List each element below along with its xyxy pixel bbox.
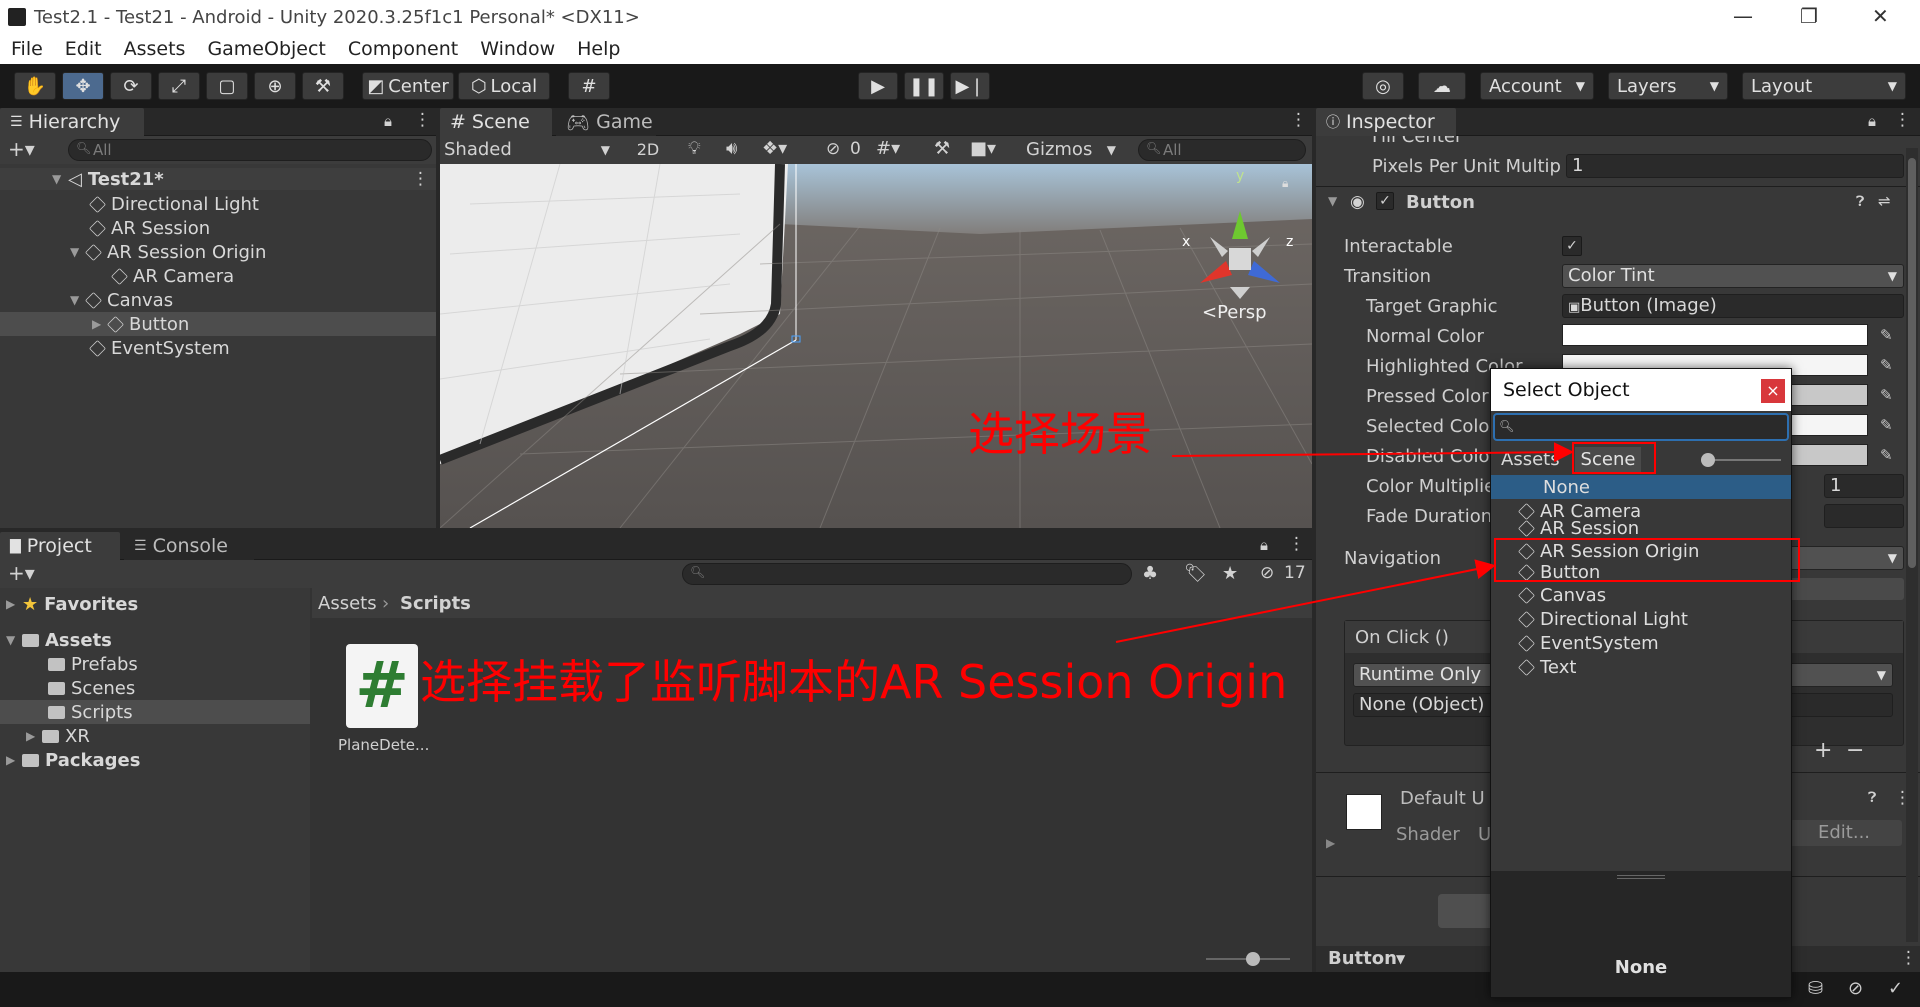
annotation-select-scene: 选择场景	[968, 407, 1152, 461]
annotation-arrows	[1115, 442, 1574, 643]
annotation-select-origin: 选择挂载了监听脚本的AR Session Origin	[420, 655, 1288, 709]
